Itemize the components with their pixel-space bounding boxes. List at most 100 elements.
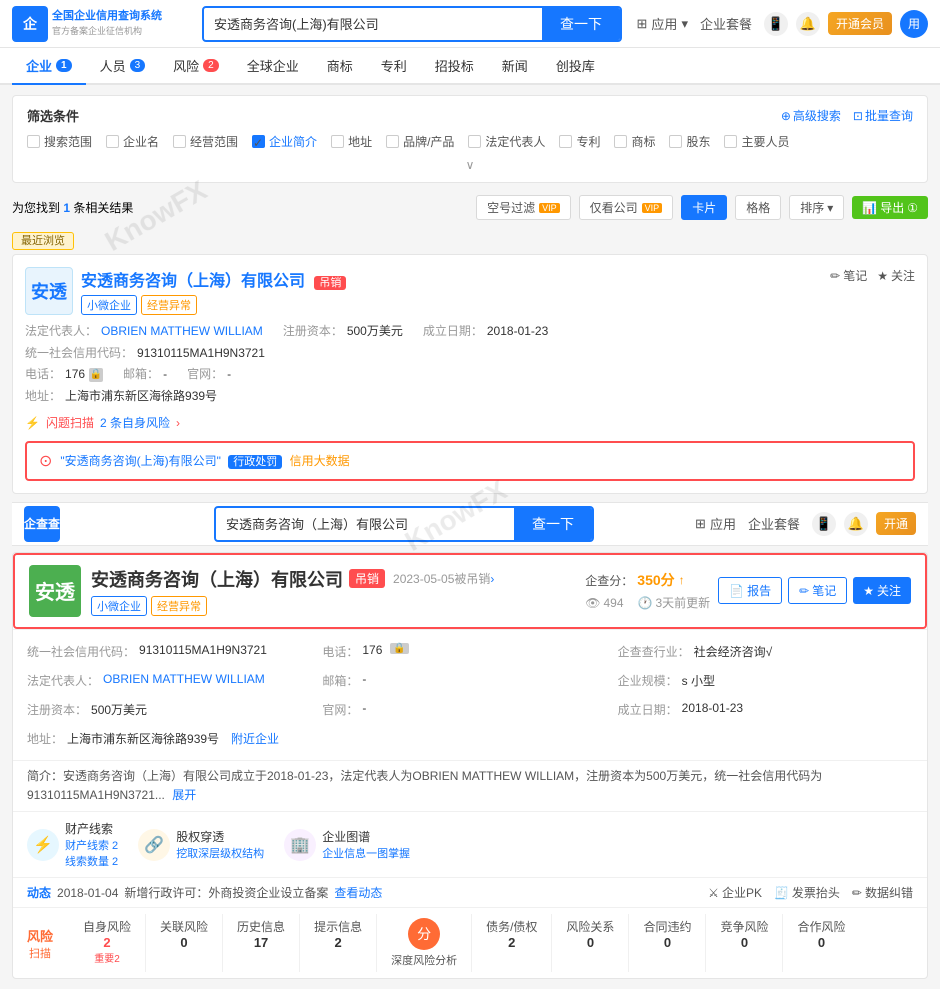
tab-trademark[interactable]: 商标: [313, 48, 367, 83]
only-company-btn[interactable]: 仅看公司 VIP: [579, 195, 674, 220]
empty-filter-btn[interactable]: 空号过滤 VIP: [476, 195, 571, 220]
second-app-btn[interactable]: ⊞ 应用: [695, 514, 736, 533]
risk-count-link[interactable]: 2 条自身风险: [100, 413, 170, 435]
batch-icon: ⊡: [853, 109, 863, 123]
app-dropdown-button[interactable]: ⊞ 应用 ▾: [637, 14, 688, 33]
note-btn-card[interactable]: ✏ 笔记: [830, 267, 867, 284]
tab-people[interactable]: 人员 3: [86, 48, 160, 83]
detail-phone-lock-icon[interactable]: 🔒: [390, 643, 408, 654]
vip-button[interactable]: 开通会员: [828, 12, 892, 35]
risk-item-related[interactable]: 关联风险 0: [146, 914, 223, 972]
main-search-button[interactable]: 查一下: [542, 8, 620, 40]
second-enterprise-pkg[interactable]: 企业套餐: [748, 514, 800, 533]
data-correction-btn[interactable]: ✏ 数据纠错: [852, 884, 913, 901]
checkbox-brand[interactable]: 品牌/产品: [386, 133, 454, 150]
checkbox-patent[interactable]: 专利: [559, 133, 600, 150]
risk-self-value: 2: [103, 935, 110, 950]
feature-text-equity: 股权穿透 挖取深层级权结构: [176, 828, 264, 861]
sort-chevron-icon: ▾: [827, 201, 833, 215]
user-avatar[interactable]: 用: [900, 10, 928, 38]
detail-tags: 小微企业 经营异常: [91, 596, 575, 616]
advanced-search-link[interactable]: ⊕ 高级搜索: [781, 107, 841, 124]
risk-item-analysis[interactable]: 分 深度风险分析: [377, 914, 472, 972]
second-bell-icon[interactable]: 🔔: [844, 512, 868, 536]
note-button[interactable]: ✏ 笔记: [788, 577, 847, 604]
detail-revoke-link[interactable]: ›: [490, 572, 494, 586]
header-right: ⊞ 应用 ▾ 企业套餐 📱 🔔 开通会员 用: [637, 10, 928, 38]
bell-icon[interactable]: 🔔: [796, 12, 820, 36]
second-search-button[interactable]: 查一下: [514, 508, 592, 540]
summary-expand-link[interactable]: 展开: [172, 788, 196, 802]
mobile-icon[interactable]: 📱: [764, 12, 788, 36]
risk-item-cooperation[interactable]: 合作风险 0: [783, 914, 859, 972]
risk-scan-row[interactable]: ⚡ 闪题扫描 2 条自身风险 ›: [25, 413, 915, 435]
checkbox-business-scope[interactable]: 经营范围: [173, 133, 238, 150]
checkbox-company-intro[interactable]: ✓ 企业简介: [252, 133, 317, 150]
pk-icon: ⚔: [708, 886, 719, 900]
table-view-btn[interactable]: 格格: [735, 195, 781, 220]
feature-company-graph[interactable]: 🏢 企业图谱 企业信息一图掌握: [284, 820, 410, 869]
enterprise-pk-btn[interactable]: ⚔ 企业PK: [708, 884, 762, 901]
checkbox-legal-rep[interactable]: 法定代表人: [468, 133, 545, 150]
score-area: 企查分： 350分 ↑ 👁 494 🕐 3天前更新: [585, 570, 710, 611]
dynamic-view-link[interactable]: 查看动态: [334, 884, 382, 901]
detail-legal-value[interactable]: OBRIEN MATTHEW WILLIAM: [103, 672, 265, 686]
logo-area: 企 全国企业信用查询系统 官方备案企业征信机构: [12, 6, 192, 42]
tab-enterprise[interactable]: 企业 1: [12, 48, 86, 85]
second-vip-btn[interactable]: 开通: [876, 512, 916, 535]
tab-news[interactable]: 新闻: [488, 48, 542, 83]
risk-item-tips[interactable]: 提示信息 2: [300, 914, 377, 972]
alert-credit-tag[interactable]: 信用大数据: [290, 454, 350, 468]
risk-competition-label: 竞争风险: [720, 918, 768, 935]
second-search-bar: 查一下: [214, 506, 594, 542]
risk-contract-label: 合同违约: [643, 918, 691, 935]
card-view-btn[interactable]: 卡片: [681, 195, 727, 220]
sort-btn[interactable]: 排序 ▾: [789, 195, 844, 220]
follow-btn-card[interactable]: ★ 关注: [877, 267, 915, 284]
risk-item-relation[interactable]: 风险关系 0: [552, 914, 629, 972]
detail-size-label: 企业规模：: [618, 672, 678, 689]
detail-company-name[interactable]: 安透商务咨询（上海）有限公司: [91, 566, 343, 592]
info-row-credit: 统一社会信用代码： 91310115MA1H9N3721: [25, 343, 915, 365]
filter-more[interactable]: ∨: [27, 158, 913, 172]
checkbox-company-name[interactable]: 企业名: [106, 133, 159, 150]
analysis-icon-area[interactable]: 分 深度风险分析: [391, 918, 457, 968]
tab-patent[interactable]: 专利: [367, 48, 421, 83]
feature-sub-graph: 企业信息一图掌握: [322, 845, 410, 861]
legal-rep-value[interactable]: OBRIEN MATTHEW WILLIAM: [101, 321, 263, 343]
risk-item-self[interactable]: 自身风险 2 重要2: [69, 914, 146, 972]
invoice-btn[interactable]: 🧾 发票抬头: [774, 884, 840, 901]
feature-property-clues[interactable]: ⚡ 财产线索 财产线索 2 线索数量 2: [27, 820, 118, 869]
info-row-address: 地址： 上海市浦东新区海徐路939号: [25, 386, 915, 408]
detail-nearby-link[interactable]: 附近企业: [231, 730, 279, 747]
second-mobile-icon[interactable]: 📱: [812, 512, 836, 536]
batch-query-link[interactable]: ⊡ 批量查询: [853, 107, 913, 124]
enterprise-package-button[interactable]: 企业套餐: [700, 14, 752, 33]
risk-item-history[interactable]: 历史信息 17: [223, 914, 300, 972]
risk-item-debt[interactable]: 债务/债权 2: [472, 914, 552, 972]
tab-bidding[interactable]: 招投标: [421, 48, 488, 83]
alert-company-link[interactable]: "安透商务咨询(上海)有限公司": [60, 454, 221, 468]
checkbox-shareholder[interactable]: 股东: [669, 133, 710, 150]
tab-risk[interactable]: 风险 2: [159, 48, 233, 83]
checkbox-address[interactable]: 地址: [331, 133, 372, 150]
tab-investment[interactable]: 创投库: [542, 48, 609, 83]
risk-item-contract[interactable]: 合同违约 0: [629, 914, 706, 972]
second-search-input[interactable]: [216, 510, 514, 537]
filter-more-btn[interactable]: ∨: [466, 158, 475, 172]
report-button[interactable]: 📄 报告: [718, 577, 782, 604]
website-value: -: [227, 364, 231, 386]
checkbox-key-people[interactable]: 主要人员: [724, 133, 789, 150]
tab-global-enterprise[interactable]: 全球企业: [233, 48, 313, 83]
follow-button[interactable]: ★ 关注: [853, 577, 911, 604]
checkbox-search-scope[interactable]: 搜索范围: [27, 133, 92, 150]
checkbox-icon-address: [331, 135, 344, 148]
risk-item-competition[interactable]: 竞争风险 0: [706, 914, 783, 972]
detail-credit-value: 91310115MA1H9N3721: [139, 643, 267, 657]
company-name-link[interactable]: 安透商务咨询（上海）有限公司: [81, 273, 305, 290]
export-btn[interactable]: 📊 导出 ①: [852, 196, 928, 219]
main-search-input[interactable]: [204, 10, 542, 37]
feature-equity-penetration[interactable]: 🔗 股权穿透 挖取深层级权结构: [138, 820, 264, 869]
phone-lock-icon[interactable]: 🔒: [89, 368, 103, 382]
checkbox-trademark[interactable]: 商标: [614, 133, 655, 150]
